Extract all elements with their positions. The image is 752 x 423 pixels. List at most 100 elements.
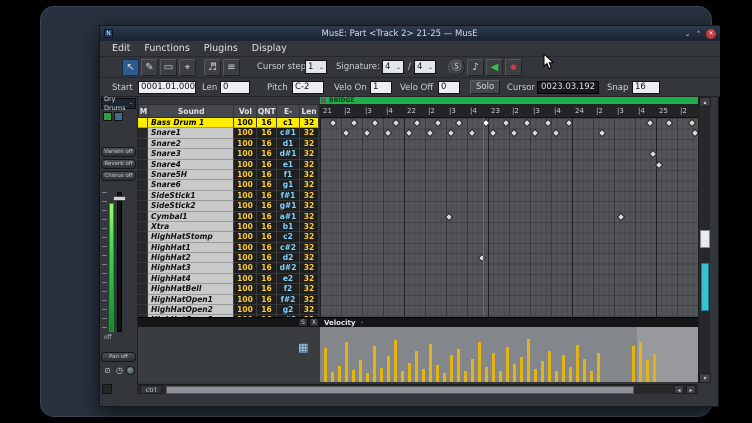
drum-value-cell[interactable]: 32 (300, 201, 319, 211)
velocity-bar[interactable] (548, 351, 551, 382)
col-qnt[interactable]: QNT (257, 105, 277, 117)
drum-value-cell[interactable]: 100 (234, 128, 257, 138)
drum-value-cell[interactable]: 16 (257, 295, 277, 305)
part-bar-handle[interactable] (321, 98, 326, 103)
note-diamond[interactable] (445, 212, 453, 220)
drum-value-cell[interactable]: 100 (234, 274, 257, 284)
drum-sound-cell[interactable]: Xtra (148, 222, 234, 232)
timeline-ruler[interactable]: 21|2|3|422|2|3|423|2|3|424|2|3|425|2 (320, 104, 698, 118)
col-enote[interactable]: E-Note (277, 105, 300, 117)
note-diamond[interactable] (363, 129, 371, 137)
velocity-bar[interactable] (464, 371, 467, 382)
velocity-bar[interactable] (590, 371, 593, 382)
velocity-bar[interactable] (373, 346, 376, 382)
drum-sound-cell[interactable]: HighHatOpen2 (148, 305, 234, 315)
velocity-bar[interactable] (527, 339, 530, 382)
velocity-bar[interactable] (583, 359, 586, 382)
note-diamond[interactable] (447, 129, 455, 137)
drum-value-cell[interactable]: c#2 (277, 243, 300, 253)
drum-sound-cell[interactable]: SideStick2 (148, 201, 234, 211)
punch-icon[interactable]: ● (505, 59, 522, 76)
drum-value-cell[interactable] (138, 180, 148, 190)
drum-value-cell[interactable]: c1 (277, 118, 300, 128)
drum-value-cell[interactable]: 100 (234, 295, 257, 305)
velocity-bar[interactable] (387, 356, 390, 382)
drum-value-cell[interactable] (138, 201, 148, 211)
drum-sound-cell[interactable]: HighHat1 (148, 243, 234, 253)
drum-value-cell[interactable]: 16 (257, 128, 277, 138)
velocity-bar[interactable] (359, 360, 362, 382)
title-bar[interactable]: N MusE: Part <Track 2> 21-25 — MusE ⌄ ⌃ … (100, 26, 720, 41)
drum-row[interactable]: Snare110016c#132 (138, 128, 320, 138)
drum-row[interactable]: HighHat410016e232 (138, 274, 320, 284)
drum-sound-cell[interactable]: Snare3 (148, 149, 234, 159)
drum-row[interactable]: HighHatOpen210016g232 (138, 305, 320, 315)
drum-value-cell[interactable]: 100 (234, 305, 257, 315)
drum-value-cell[interactable]: 100 (234, 118, 257, 128)
velocity-bar[interactable] (450, 355, 453, 382)
drum-value-cell[interactable] (138, 149, 148, 159)
snap-select[interactable]: 16 (632, 81, 660, 94)
velocity-bar[interactable] (415, 351, 418, 382)
horizontal-scroll-thumb[interactable] (166, 386, 634, 394)
note-diamond[interactable] (531, 129, 539, 137)
note-diamond[interactable] (350, 119, 358, 127)
note-diamond[interactable] (646, 119, 654, 127)
velocity-bar[interactable] (331, 372, 334, 382)
shade-button[interactable]: ⌄ (682, 30, 693, 38)
col-len[interactable]: Len (300, 105, 319, 117)
velocity-bar[interactable] (429, 344, 432, 382)
drum-value-cell[interactable]: 100 (234, 170, 257, 180)
drum-value-cell[interactable]: 100 (234, 253, 257, 263)
drum-sound-cell[interactable]: HighHat4 (148, 274, 234, 284)
drum-value-cell[interactable]: 16 (257, 253, 277, 263)
velocity-bar[interactable] (485, 367, 488, 382)
drum-value-cell[interactable]: 32 (300, 149, 319, 159)
note-diamond[interactable] (455, 119, 463, 127)
col-mute[interactable]: M (139, 105, 149, 117)
step-record-icon[interactable]: Ⓢ (448, 59, 465, 76)
drum-value-cell[interactable]: 16 (257, 212, 277, 222)
drum-value-cell[interactable] (138, 118, 148, 128)
drum-value-cell[interactable] (138, 295, 148, 305)
drum-value-cell[interactable]: 16 (257, 139, 277, 149)
velocity-bar[interactable] (555, 371, 558, 382)
drum-value-cell[interactable]: 32 (300, 212, 319, 222)
drum-value-cell[interactable]: g#1 (277, 201, 300, 211)
drum-row[interactable]: HighHatOpen110016f#232 (138, 295, 320, 305)
drum-value-cell[interactable] (138, 243, 148, 253)
controller-select-icon[interactable]: ▦ (298, 341, 313, 354)
col-vol[interactable]: Vol (234, 105, 257, 117)
chorus-send-button[interactable]: Chorus off (101, 171, 136, 181)
drum-value-cell[interactable]: c#1 (277, 128, 300, 138)
note-diamond[interactable] (329, 119, 337, 127)
velocity-bar[interactable] (632, 346, 635, 382)
velocity-bar[interactable] (422, 369, 425, 382)
drum-value-cell[interactable]: 16 (257, 305, 277, 315)
drum-value-cell[interactable] (138, 128, 148, 138)
drum-row[interactable]: HighHatStomp10016c232 (138, 232, 320, 242)
drum-value-cell[interactable] (138, 305, 148, 315)
drum-sound-cell[interactable]: HighHat2 (148, 253, 234, 263)
pointer-tool-icon[interactable]: ↖ (122, 59, 139, 76)
drum-value-cell[interactable]: e1 (277, 160, 300, 170)
drum-value-cell[interactable]: 32 (300, 160, 319, 170)
velocity-bar[interactable] (436, 365, 439, 382)
drum-sound-cell[interactable]: Snare4 (148, 160, 234, 170)
velocity-bar[interactable] (457, 349, 460, 382)
play-events-icon[interactable]: ◀ (486, 59, 503, 76)
reverb-send-button[interactable]: Reverb off (101, 159, 136, 169)
corner-button[interactable] (102, 384, 112, 394)
drum-value-cell[interactable]: f2 (277, 284, 300, 294)
drum-row[interactable]: SideStick110016f#132 (138, 191, 320, 201)
velocity-bar[interactable] (338, 366, 341, 382)
drum-value-cell[interactable]: 16 (257, 243, 277, 253)
note-diamond[interactable] (468, 129, 476, 137)
velocity-bar[interactable] (576, 345, 579, 382)
velocity-bar[interactable] (366, 373, 369, 382)
pencil-tool-icon[interactable]: ✎ (141, 59, 158, 76)
velocity-bar[interactable] (401, 371, 404, 382)
velocity-bar[interactable] (653, 354, 656, 382)
drum-row[interactable]: Bass Drum 110016c132 (138, 118, 320, 128)
drum-value-cell[interactable]: b1 (277, 222, 300, 232)
